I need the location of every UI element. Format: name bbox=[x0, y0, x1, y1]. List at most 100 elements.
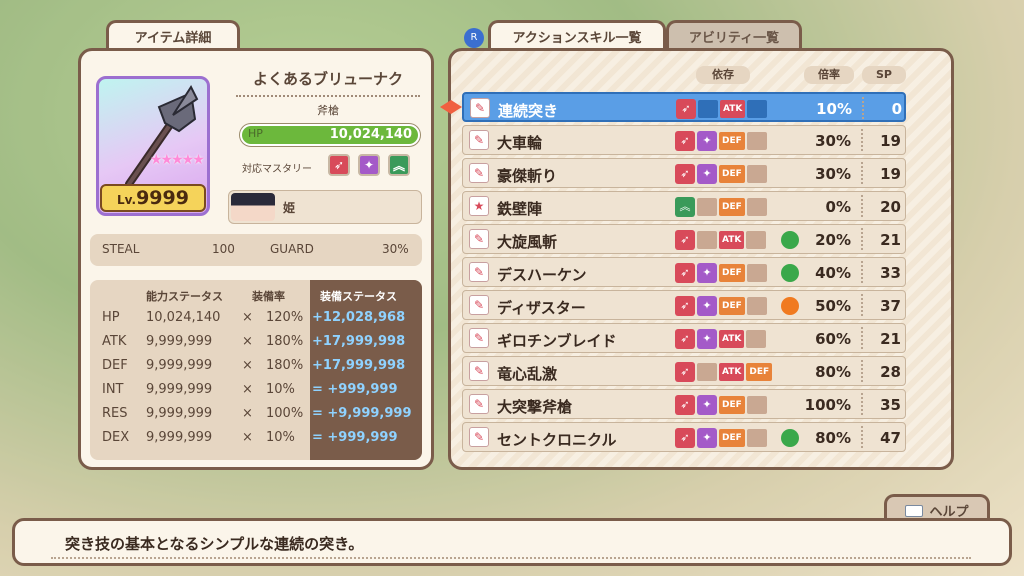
axe-icon: ✦ bbox=[697, 395, 717, 415]
guard-label: GUARD bbox=[270, 242, 314, 256]
axe-icon: ✦ bbox=[697, 329, 717, 349]
skill-deps: ➶ ATK bbox=[675, 229, 775, 251]
item-name: よくあるブリューナク bbox=[236, 68, 420, 97]
spear-icon: ➶ bbox=[675, 362, 695, 382]
stat-slot-empty bbox=[747, 100, 768, 118]
stat-tag-def: DEF bbox=[719, 297, 745, 315]
stat-base: 9,999,999 bbox=[146, 334, 213, 349]
skill-sp: 28 bbox=[880, 363, 901, 381]
axe-icon: ✦ bbox=[697, 428, 717, 448]
tab-item-detail[interactable]: アイテム詳細 bbox=[106, 20, 240, 50]
tab-action-skills[interactable]: アクションスキル一覧 bbox=[488, 20, 666, 50]
stat-slot-empty bbox=[746, 429, 767, 447]
skill-row[interactable]: ✎ デスハーケン ➶ ✦ DEF 40% 33 bbox=[462, 257, 906, 287]
steal-guard-row: STEAL 100 GUARD 30% bbox=[90, 234, 422, 266]
skill-row[interactable]: ★ 鉄壁陣 ︽ DEF 0% 20 bbox=[462, 191, 906, 221]
stat-rate: 10% bbox=[266, 430, 295, 445]
skill-name: ディザスター bbox=[497, 299, 586, 317]
stat-row: INT 9,999,999 × 10% = +999,999 bbox=[90, 378, 422, 402]
skill-type-icon: ✎ bbox=[470, 98, 490, 118]
skill-multiplier: 50% bbox=[815, 297, 851, 315]
stat-rate: 100% bbox=[266, 406, 304, 421]
skill-sp: 19 bbox=[880, 165, 901, 183]
skill-row[interactable]: ✎ ギロチンブレイド ➶ ✦ ATK 60% 21 bbox=[462, 323, 906, 353]
stat-tag-def: DEF bbox=[746, 363, 773, 381]
skill-type-icon: ✎ bbox=[469, 163, 489, 183]
axe-icon: ✦ bbox=[697, 164, 717, 184]
skill-row[interactable]: ✎ 大車輪 ➶ ✦ DEF 30% 19 bbox=[462, 125, 906, 155]
chevron-up-icon: ︽ bbox=[388, 154, 410, 176]
skill-type-icon: ✎ bbox=[469, 229, 489, 249]
skill-name: 鉄壁陣 bbox=[497, 200, 543, 218]
skill-multiplier: 10% bbox=[816, 100, 852, 118]
skill-row[interactable]: ✎ 竜心乱激 ➶ ATK DEF 80% 28 bbox=[462, 356, 906, 386]
stat-slot-empty bbox=[746, 297, 767, 315]
stat-tag-def: DEF bbox=[719, 264, 745, 282]
skill-name: 大旋風斬 bbox=[497, 233, 558, 251]
skill-row[interactable]: ✎ 豪傑斬り ➶ ✦ DEF 30% 19 bbox=[462, 158, 906, 188]
skill-row[interactable]: ✎ 連続突き ➶ ATK 10% 0 bbox=[462, 92, 906, 122]
skill-multiplier: 20% bbox=[815, 231, 851, 249]
stat-slot-empty bbox=[697, 363, 717, 381]
level-value: 9999 bbox=[136, 187, 189, 209]
header-mult: 倍率 bbox=[804, 66, 854, 84]
rarity-stars: ★★★★★ bbox=[150, 152, 205, 168]
skill-type-icon: ✎ bbox=[469, 295, 489, 315]
r-button-icon[interactable]: R bbox=[464, 28, 484, 48]
stat-slot-empty bbox=[746, 396, 767, 414]
header-sp: SP bbox=[862, 66, 906, 84]
skill-type-icon: ✎ bbox=[469, 130, 489, 150]
stat-base: 9,999,999 bbox=[146, 382, 213, 397]
stats-table: 能力ステータス 装備率 装備ステータス HP 10,024,140 × 120% +12… bbox=[90, 280, 422, 460]
skill-deps: ︽ DEF bbox=[675, 196, 775, 218]
stat-tag-def: DEF bbox=[719, 165, 745, 183]
skill-deps: ➶ ✦ DEF bbox=[675, 130, 775, 152]
stat-op: × bbox=[242, 382, 253, 397]
spear-icon: ➶ bbox=[675, 164, 695, 184]
stat-base: 9,999,999 bbox=[146, 406, 213, 421]
hp-label: HP bbox=[248, 127, 263, 140]
stat-base: 9,999,999 bbox=[146, 358, 213, 373]
skill-deps: ➶ ✦ DEF bbox=[675, 427, 775, 449]
stat-equip: +17,999,998 bbox=[312, 334, 406, 349]
tab-abilities[interactable]: アビリティ一覧 bbox=[666, 20, 802, 50]
skill-multiplier: 40% bbox=[815, 264, 851, 282]
skill-row[interactable]: ✎ 大旋風斬 ➶ ATK 20% 21 bbox=[462, 224, 906, 254]
skill-deps: ➶ ATK bbox=[676, 98, 776, 120]
stat-rate: 180% bbox=[266, 334, 304, 349]
skill-type-icon: ✎ bbox=[469, 361, 489, 381]
tab-action-skills-label: アクションスキル一覧 bbox=[512, 31, 642, 46]
skill-name: ギロチンブレイド bbox=[497, 332, 617, 350]
level-prefix: Lv. bbox=[117, 193, 137, 207]
spear-icon: ➶ bbox=[675, 329, 695, 349]
spear-icon: ➶ bbox=[675, 131, 695, 151]
stat-name: ATK bbox=[102, 334, 127, 349]
header-base: 能力ステータス bbox=[146, 290, 223, 303]
stat-name: DEF bbox=[102, 358, 128, 373]
header-rate: 装備率 bbox=[252, 290, 285, 303]
stat-row: DEF 9,999,999 × 180% +17,999,998 bbox=[90, 354, 422, 378]
skill-type-icon: ✎ bbox=[469, 328, 489, 348]
spear-icon: ➶ bbox=[675, 263, 695, 283]
owner-card: 姫 bbox=[228, 190, 422, 224]
stat-slot-empty bbox=[746, 264, 767, 282]
spear-icon: ➶ bbox=[675, 230, 695, 250]
skill-type-icon: ✎ bbox=[469, 427, 489, 447]
guard-value: 30% bbox=[382, 242, 409, 256]
skill-row[interactable]: ✎ セントクロニクル ➶ ✦ DEF 80% 47 bbox=[462, 422, 906, 452]
spear-icon: ➶ bbox=[675, 395, 695, 415]
stat-op: × bbox=[242, 430, 253, 445]
skill-sp: 0 bbox=[891, 100, 902, 118]
stat-row: DEX 9,999,999 × 10% = +999,999 bbox=[90, 426, 422, 450]
stat-tag-def: DEF bbox=[719, 132, 745, 150]
stat-tag-atk: ATK bbox=[719, 363, 745, 381]
owner-name: 姫 bbox=[283, 201, 296, 215]
stat-rate: 10% bbox=[266, 382, 295, 397]
stat-slot-empty bbox=[698, 100, 718, 118]
skill-row[interactable]: ✎ ディザスター ➶ ✦ DEF 50% 37 bbox=[462, 290, 906, 320]
stat-row: RES 9,999,999 × 100% = +9,999,999 bbox=[90, 402, 422, 426]
axe-icon: ✦ bbox=[697, 296, 717, 316]
skill-row[interactable]: ✎ 大突撃斧槍 ➶ ✦ DEF 100% 35 bbox=[462, 389, 906, 419]
spear-icon: ➶ bbox=[675, 428, 695, 448]
avatar bbox=[231, 193, 275, 221]
